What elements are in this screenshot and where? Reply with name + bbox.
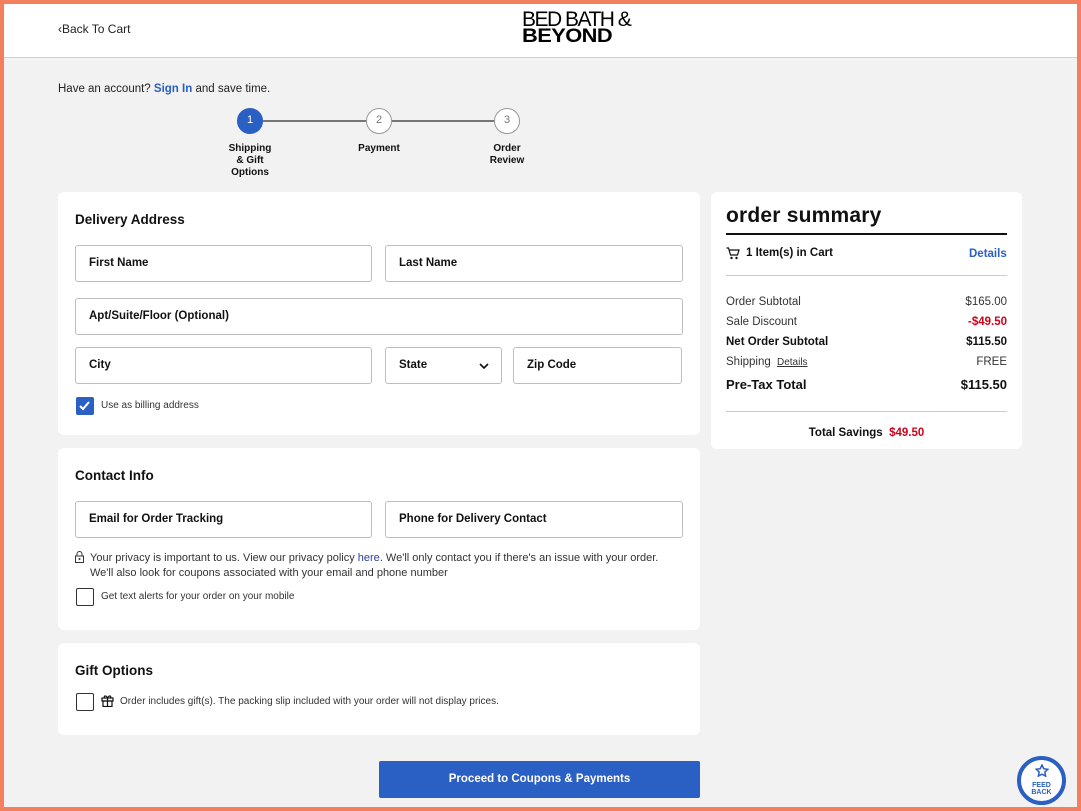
- net-subtotal-row: Net Order Subtotal $115.50: [726, 336, 1007, 348]
- shipping-row: Shipping Details FREE: [726, 356, 1007, 368]
- pretax-total-row: Pre-Tax Total $115.50: [726, 377, 1007, 392]
- step-2: 2: [366, 108, 392, 134]
- zip-field[interactable]: Zip Code: [513, 347, 682, 384]
- lock-icon: [75, 551, 84, 563]
- privacy-text: Your privacy is important to us. View ou…: [90, 552, 358, 564]
- gift-title: Gift Options: [75, 663, 153, 678]
- step-3-label: Order Review: [467, 143, 547, 167]
- cart-icon: [726, 247, 740, 260]
- contact-info-card: Contact Info Email for Order Tracking Ph…: [58, 448, 700, 630]
- account-suffix: and save time.: [195, 83, 270, 95]
- step-2-label: Payment: [339, 143, 419, 155]
- cart-details-link[interactable]: Details: [969, 248, 1007, 260]
- feedback-label: FEEDBACK: [1021, 782, 1062, 796]
- billing-checkbox[interactable]: [76, 397, 94, 415]
- step-1: 1: [237, 108, 263, 134]
- gift-checkbox[interactable]: [76, 693, 94, 711]
- page: ‹Back To Cart BED BATH & BEYOND Have an …: [4, 4, 1077, 807]
- value: FREE: [976, 356, 1007, 368]
- back-label: Back To Cart: [62, 22, 130, 36]
- label: Pre-Tax Total: [726, 377, 806, 392]
- header: ‹Back To Cart BED BATH & BEYOND: [4, 4, 1077, 58]
- divider: [726, 275, 1007, 276]
- feedback-l1: FEED: [1032, 782, 1051, 789]
- proceed-button[interactable]: Proceed to Coupons & Payments: [379, 761, 700, 798]
- divider: [726, 233, 1007, 235]
- order-summary-card: order summary 1 Item(s) in Cart Details …: [711, 192, 1022, 449]
- label: Order Subtotal: [726, 296, 801, 308]
- first-name-field[interactable]: First Name: [75, 245, 372, 282]
- step-connector: [392, 120, 498, 122]
- label: Net Order Subtotal: [726, 336, 828, 348]
- gift-label: Order includes gift(s). The packing slip…: [120, 696, 499, 707]
- order-subtotal-row: Order Subtotal $165.00: [726, 296, 1007, 308]
- privacy-text-c: We'll also look for coupons associated w…: [90, 567, 448, 579]
- feedback-button[interactable]: FEEDBACK: [1017, 756, 1066, 805]
- account-prefix: Have an account?: [58, 83, 151, 95]
- email-field[interactable]: Email for Order Tracking: [75, 501, 372, 538]
- privacy-policy-link[interactable]: here: [358, 552, 380, 564]
- step-connector: [263, 120, 369, 122]
- apt-field[interactable]: Apt/Suite/Floor (Optional): [75, 298, 683, 335]
- items-in-cart: 1 Item(s) in Cart: [746, 247, 833, 259]
- star-icon: [1035, 764, 1049, 777]
- state-label: State: [399, 359, 427, 371]
- shipping-details-link[interactable]: Details: [777, 357, 808, 368]
- value: $115.50: [966, 336, 1007, 348]
- logo[interactable]: BED BATH & BEYOND: [522, 11, 630, 46]
- value: $115.50: [961, 377, 1007, 392]
- logo-line2: BEYOND: [522, 28, 612, 45]
- value: $49.50: [889, 427, 924, 439]
- step-3: 3: [494, 108, 520, 134]
- gift-options-card: Gift Options Order includes gift(s). The…: [58, 643, 700, 735]
- last-name-field[interactable]: Last Name: [385, 245, 683, 282]
- city-field[interactable]: City: [75, 347, 372, 384]
- gift-icon: [101, 694, 114, 707]
- state-select[interactable]: State: [385, 347, 502, 384]
- billing-label: Use as billing address: [101, 400, 199, 411]
- summary-title: order summary: [726, 204, 882, 228]
- value: $165.00: [965, 296, 1007, 308]
- delivery-address-card: Delivery Address First Name Last Name Ap…: [58, 192, 700, 435]
- privacy-notice: Your privacy is important to us. View ou…: [90, 551, 690, 581]
- check-icon: [77, 398, 92, 413]
- text-alerts-checkbox[interactable]: [76, 588, 94, 606]
- label: Total Savings: [809, 427, 883, 439]
- sale-discount-row: Sale Discount -$49.50: [726, 316, 1007, 328]
- back-to-cart-link[interactable]: ‹Back To Cart: [58, 22, 130, 36]
- delivery-title: Delivery Address: [75, 212, 185, 227]
- total-savings: Total Savings $49.50: [711, 427, 1022, 439]
- value: -$49.50: [968, 316, 1007, 328]
- label: Sale Discount: [726, 316, 797, 328]
- text-alerts-label: Get text alerts for your order on your m…: [101, 591, 294, 602]
- phone-field[interactable]: Phone for Delivery Contact: [385, 501, 683, 538]
- privacy-text-b: . We'll only contact you if there's an i…: [380, 552, 659, 564]
- chevron-down-icon: [479, 363, 489, 369]
- sign-in-prompt: Have an account? Sign In and save time.: [58, 83, 270, 95]
- feedback-l2: BACK: [1031, 789, 1051, 796]
- divider: [726, 411, 1007, 412]
- contact-title: Contact Info: [75, 468, 154, 483]
- sign-in-link[interactable]: Sign In: [154, 83, 192, 95]
- label: Shipping: [726, 356, 771, 368]
- step-1-label: Shipping & Gift Options: [210, 143, 290, 179]
